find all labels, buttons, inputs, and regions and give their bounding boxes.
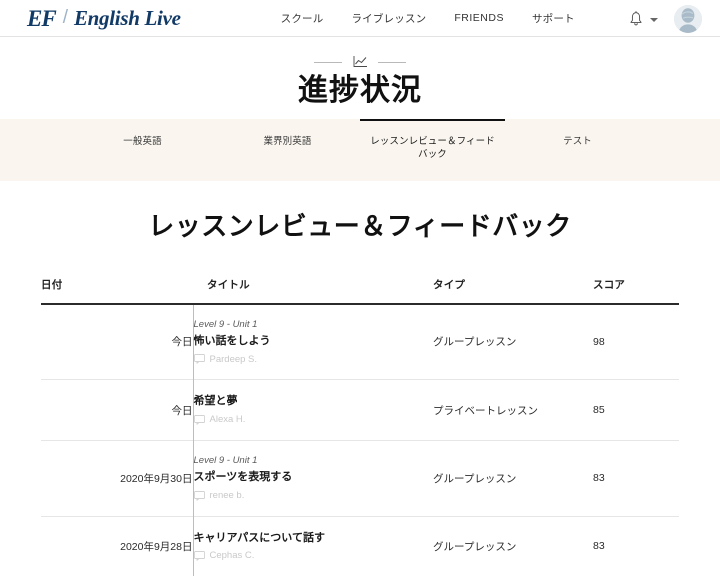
column-header-type: タイプ xyxy=(433,278,466,291)
table-header: 日付 タイトル タイプ スコア xyxy=(41,277,679,304)
cell-title: キャリアパスについて話す Cephas C. xyxy=(192,516,434,576)
tab-bar: 一般英語 業界別英語 レッスンレビュー＆フィードバック テスト xyxy=(0,118,720,181)
table-body: 今日 Level 9 - Unit 1 怖い話をしよう Pardeep S. グ… xyxy=(41,303,679,576)
top-navigation-bar: EF / English Live スクール ライブレッスン FRIENDS サ… xyxy=(0,0,720,37)
tab-lesson-review-feedback[interactable]: レッスンレビュー＆フィードバック xyxy=(360,118,505,163)
cell-score: 83 xyxy=(593,540,605,553)
lesson-name: キャリアパスについて話す xyxy=(193,531,325,544)
lesson-name: 希望と夢 xyxy=(193,395,238,408)
teacher-name: Cephas C. xyxy=(209,550,255,562)
lesson-level: Level 9 - Unit 1 xyxy=(193,318,258,330)
chat-bubble-icon xyxy=(193,354,205,364)
brand-logo[interactable]: EF / English Live xyxy=(27,7,181,30)
table-row[interactable]: 今日 希望と夢 Alexa H. プライベートレッスン 85 xyxy=(41,379,679,441)
page-title: 進捗状況 xyxy=(298,74,422,107)
logo-separator: / xyxy=(62,6,68,28)
title-rule-right xyxy=(378,61,406,63)
cell-title: 希望と夢 Alexa H. xyxy=(192,379,434,441)
cell-score: 85 xyxy=(593,404,605,416)
line-chart-icon xyxy=(351,55,369,69)
nav-item-friends[interactable]: FRIENDS xyxy=(440,12,518,24)
cell-score: 83 xyxy=(593,472,605,485)
page-title-section: 進捗状況 xyxy=(0,37,720,109)
teacher-name: renee b. xyxy=(209,489,245,501)
table-row[interactable]: 2020年9月28日 キャリアパスについて話す Cephas C. グループレッ xyxy=(41,516,679,576)
cell-date: 2020年9月28日 xyxy=(120,540,193,553)
cell-title: Level 9 - Unit 1 怖い話をしよう Pardeep S. xyxy=(192,303,434,380)
reviews-table: 日付 タイトル タイプ スコア 今日 Level 9 - Unit 1 怖い話を… xyxy=(41,277,679,576)
tab-general-english[interactable]: 一般英語 xyxy=(70,119,215,149)
nav-item-live-lesson[interactable]: ライブレッスン xyxy=(337,11,440,26)
cell-type: グループレッスン xyxy=(433,336,517,349)
cell-type: グループレッスン xyxy=(433,540,517,553)
chat-bubble-icon xyxy=(193,414,205,425)
cell-date: 2020年9月30日 xyxy=(120,472,193,485)
bell-icon[interactable] xyxy=(629,10,643,27)
logo-wordmark: English Live xyxy=(73,5,181,30)
teacher-info: renee b. xyxy=(193,489,434,503)
tab-label: 業界別英語 xyxy=(263,135,312,147)
lesson-name: スポーツを表現する xyxy=(193,471,293,483)
teacher-name: Pardeep S. xyxy=(209,353,258,365)
tab-industry-english[interactable]: 業界別英語 xyxy=(215,119,360,149)
column-header-score: スコア xyxy=(593,278,626,291)
title-decoration xyxy=(0,54,720,70)
cell-date: 今日 xyxy=(171,404,193,417)
chevron-down-icon[interactable] xyxy=(650,17,658,22)
cell-type: グループレッスン xyxy=(433,472,517,485)
title-rule-left xyxy=(314,61,342,63)
teacher-info: Cephas C. xyxy=(193,549,434,563)
nav-item-school[interactable]: スクール xyxy=(267,11,338,26)
tab-label: レッスンレビュー＆フィードバック xyxy=(370,135,495,161)
cell-type: プライベートレッスン xyxy=(433,404,538,417)
cell-date: 今日 xyxy=(171,336,193,349)
top-bar-actions xyxy=(629,0,702,37)
tab-label: テスト xyxy=(563,135,592,147)
lesson-level: Level 9 - Unit 1 xyxy=(193,454,258,466)
nav-item-support[interactable]: サポート xyxy=(518,11,589,26)
reviews-table-container: 日付 タイトル タイプ スコア 今日 Level 9 - Unit 1 怖い話を… xyxy=(41,277,679,576)
logo-ef-mark: EF xyxy=(27,5,57,31)
column-header-date: 日付 xyxy=(41,278,63,291)
table-row[interactable]: 2020年9月30日 Level 9 - Unit 1 スポーツを表現する re… xyxy=(41,440,679,516)
tab-test[interactable]: テスト xyxy=(505,119,650,149)
main-navigation: スクール ライブレッスン FRIENDS サポート xyxy=(267,11,589,26)
content-heading: レッスンレビュー＆フィードバック xyxy=(148,210,572,241)
chat-bubble-icon xyxy=(193,551,205,561)
avatar[interactable] xyxy=(674,4,702,33)
table-row[interactable]: 今日 Level 9 - Unit 1 怖い話をしよう Pardeep S. グ… xyxy=(41,303,679,380)
column-header-title: タイトル xyxy=(207,278,250,291)
teacher-info: Pardeep S. xyxy=(193,352,434,366)
chat-bubble-icon xyxy=(193,490,205,501)
tab-label: 一般英語 xyxy=(123,135,162,147)
cell-score: 98 xyxy=(593,335,605,348)
cell-title: Level 9 - Unit 1 スポーツを表現する renee b. xyxy=(192,440,434,516)
lesson-name: 怖い話をしよう xyxy=(193,334,271,347)
teacher-info: Alexa H. xyxy=(193,413,434,427)
teacher-name: Alexa H. xyxy=(209,414,246,425)
